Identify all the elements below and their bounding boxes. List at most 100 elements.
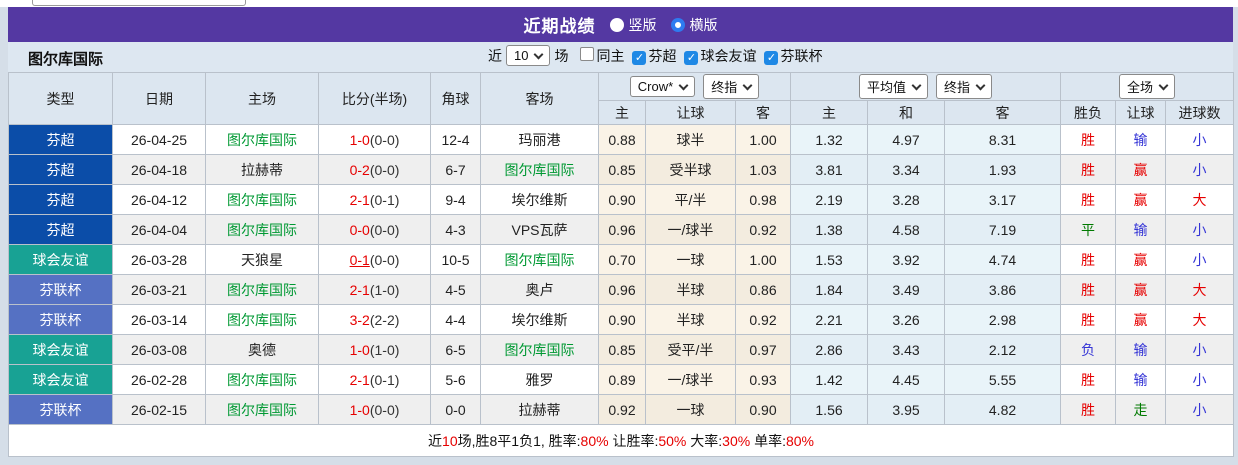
avg-draw-odds: 3.92 <box>868 245 945 275</box>
fulltime-score-link[interactable]: 2-1 <box>350 372 370 388</box>
summary-segment: 80% <box>581 433 609 449</box>
crow-handicap: 平/半 <box>646 185 736 215</box>
score-cell: 1-0(1-0) <box>319 335 431 365</box>
summary-segment: 50% <box>658 433 686 449</box>
fulltime-score-link[interactable]: 2-1 <box>350 282 370 298</box>
checkbox-label-球会友谊[interactable]: 球会友谊 <box>700 48 756 64</box>
home-team-cell: 图尔库国际 <box>206 215 319 245</box>
layout-vertical-label[interactable]: 竖版 <box>629 15 657 35</box>
home-team-cell: 图尔库国际 <box>206 365 319 395</box>
corners-cell: 4-3 <box>431 215 481 245</box>
crow-handicap: 受平/半 <box>646 335 736 365</box>
avg-draw-odds: 4.97 <box>868 125 945 155</box>
panel-title-bar: 近期战绩 竖版 横版 <box>8 7 1233 42</box>
avg-away-odds: 4.74 <box>945 245 1061 275</box>
crow-away-odds: 0.97 <box>736 335 791 365</box>
avg-away-odds: 4.82 <box>945 395 1061 425</box>
avg-away-odds: 7.19 <box>945 215 1061 245</box>
crow-home-odds: 0.88 <box>599 125 646 155</box>
avg-home-odds: 1.84 <box>791 275 868 305</box>
avg-odds-stage-select[interactable]: 终指 <box>936 74 992 99</box>
date-cell: 26-03-28 <box>113 245 206 275</box>
summary-segment: 80% <box>786 433 814 449</box>
date-cell: 26-03-14 <box>113 305 206 335</box>
crow-handicap: 球半 <box>646 125 736 155</box>
avg-home-odds: 1.56 <box>791 395 868 425</box>
avg-draw-odds: 3.43 <box>868 335 945 365</box>
crow-home-odds: 0.85 <box>599 335 646 365</box>
fulltime-score-link[interactable]: 3-2 <box>350 312 370 328</box>
summary-footer: 近10场,胜8平1负1, 胜率:80% 让胜率:50% 大率:30% 单率:80… <box>9 425 1234 457</box>
match-row: 球会友谊26-03-08奥德1-0(1-0)6-5图尔库国际0.85受平/半0.… <box>9 335 1234 365</box>
layout-vertical-option[interactable]: 竖版 <box>610 15 657 35</box>
result-goals: 小 <box>1166 245 1234 275</box>
fulltime-score-link[interactable]: 1-0 <box>350 402 370 418</box>
avg-draw-odds: 4.58 <box>868 215 945 245</box>
layout-horizontal-option[interactable]: 横版 <box>671 15 718 35</box>
date-cell: 26-03-08 <box>113 335 206 365</box>
avg-away-odds: 5.55 <box>945 365 1061 395</box>
type-badge-cell: 芬联杯 <box>9 275 113 305</box>
halftime-score: (2-2) <box>370 312 400 328</box>
fulltime-score-link[interactable]: 2-1 <box>350 192 370 208</box>
checkbox-球会友谊[interactable] <box>684 51 698 65</box>
result-goals: 大 <box>1166 305 1234 335</box>
result-handicap: 输 <box>1116 215 1166 245</box>
checkbox-label-芬联杯[interactable]: 芬联杯 <box>780 48 822 64</box>
checkbox-同主[interactable] <box>580 47 594 61</box>
avg-draw-odds: 3.34 <box>868 155 945 185</box>
recent-count-select[interactable]: 10 <box>506 45 550 66</box>
checkbox-芬联杯[interactable] <box>764 51 778 65</box>
match-row: 球会友谊26-03-28天狼星0-1(0-0)10-5图尔库国际0.70一球1.… <box>9 245 1234 275</box>
away-team-cell: 埃尔维斯 <box>481 305 599 335</box>
result-winloss: 胜 <box>1061 395 1116 425</box>
recent-results-panel: 近期战绩 竖版 横版 图尔库国际 近 10 场 同主芬超球会友谊芬联杯 <box>8 7 1233 457</box>
fulltime-score-link[interactable]: 1-0 <box>350 342 370 358</box>
avg-home-odds: 2.86 <box>791 335 868 365</box>
result-winloss-col-header: 胜负 <box>1061 101 1116 125</box>
fulltime-select[interactable]: 全场 <box>1119 74 1175 99</box>
checkbox-label-同主[interactable]: 同主 <box>596 48 624 64</box>
filter-controls: 近 10 场 同主芬超球会友谊芬联杯 <box>488 45 822 66</box>
type-badge-cell: 球会友谊 <box>9 365 113 395</box>
halftime-score: (0-1) <box>370 372 400 388</box>
layout-horizontal-label[interactable]: 横版 <box>690 15 718 35</box>
checkbox-芬超[interactable] <box>632 51 646 65</box>
home-team-cell: 图尔库国际 <box>206 305 319 335</box>
corners-cell: 12-4 <box>431 125 481 155</box>
date-cell: 26-03-21 <box>113 275 206 305</box>
result-handicap-col-header: 让球 <box>1116 101 1166 125</box>
corners-cell: 4-4 <box>431 305 481 335</box>
chevron-down-icon <box>976 80 986 90</box>
away-team-cell: 雅罗 <box>481 365 599 395</box>
match-row: 芬超26-04-12图尔库国际2-1(0-1)9-4埃尔维斯0.90平/半0.9… <box>9 185 1234 215</box>
result-goals-col-header: 进球数 <box>1166 101 1234 125</box>
type-badge-cell: 球会友谊 <box>9 335 113 365</box>
avg-odds-select[interactable]: 平均值 <box>859 74 928 99</box>
fulltime-score-link[interactable]: 0-0 <box>350 222 370 238</box>
result-winloss: 胜 <box>1061 155 1116 185</box>
avg-away-odds: 2.12 <box>945 335 1061 365</box>
crow-away-odds: 0.92 <box>736 305 791 335</box>
crow-handicap: 半球 <box>646 305 736 335</box>
checkbox-label-芬超[interactable]: 芬超 <box>648 48 676 64</box>
corners-cell: 6-5 <box>431 335 481 365</box>
summary-segment: 大率: <box>686 433 722 449</box>
fulltime-score-link[interactable]: 0-1 <box>350 252 370 268</box>
fulltime-score-link[interactable]: 0-2 <box>350 162 370 178</box>
away-team-cell: 图尔库国际 <box>481 155 599 185</box>
date-cell: 26-02-15 <box>113 395 206 425</box>
fulltime-score-link[interactable]: 1-0 <box>350 132 370 148</box>
radio-horizontal-icon[interactable] <box>671 18 685 32</box>
crow-home-odds: 0.70 <box>599 245 646 275</box>
corners-cell: 10-5 <box>431 245 481 275</box>
result-winloss: 胜 <box>1061 305 1116 335</box>
avg-home-odds: 1.32 <box>791 125 868 155</box>
crow-odds-stage-select[interactable]: 终指 <box>703 74 759 99</box>
bookmaker-select[interactable]: Crow* <box>630 76 695 97</box>
date-cell: 26-04-04 <box>113 215 206 245</box>
chevron-down-icon <box>1159 80 1169 90</box>
score-cell: 0-2(0-0) <box>319 155 431 185</box>
radio-vertical-icon[interactable] <box>610 18 624 32</box>
home-team-cell: 图尔库国际 <box>206 395 319 425</box>
